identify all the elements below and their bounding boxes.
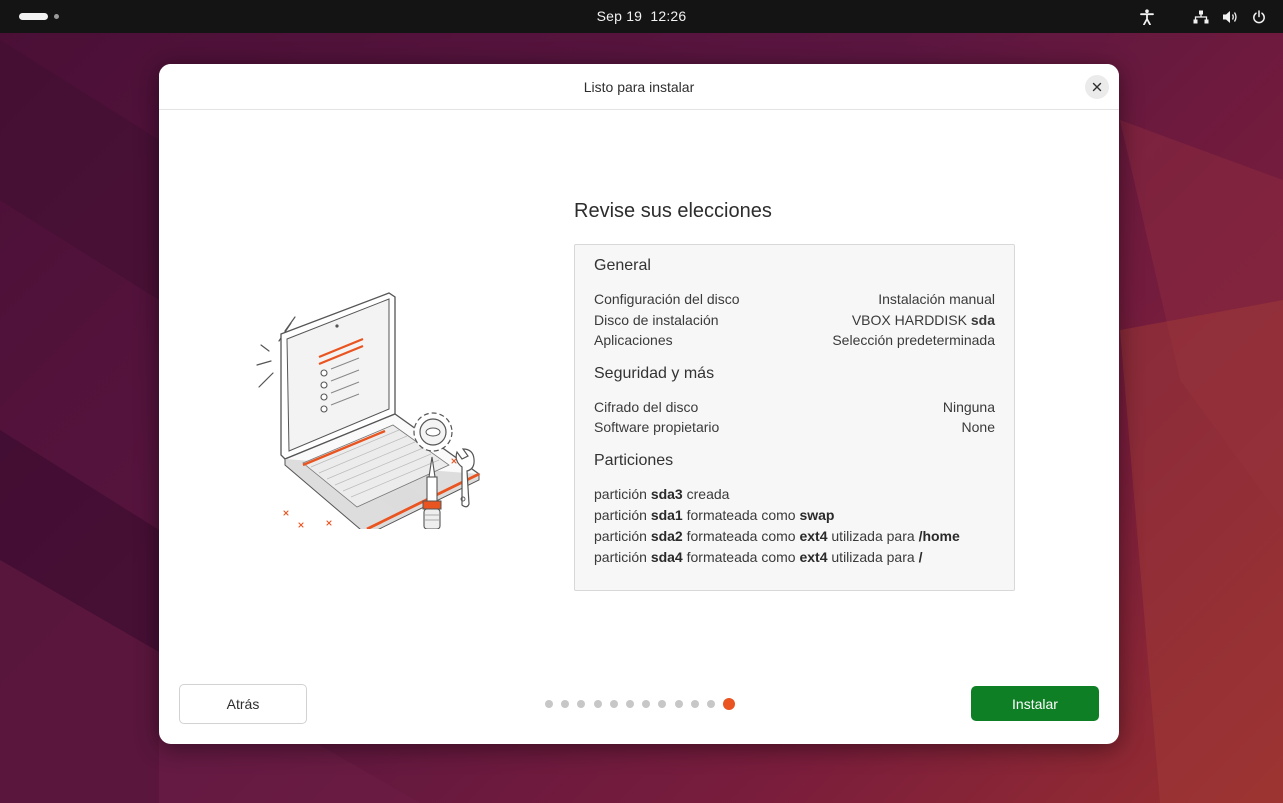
clock-date: Sep 19 bbox=[596, 8, 643, 24]
step-dot bbox=[609, 700, 618, 708]
partition-line: partición sda1 formateada como swap bbox=[594, 506, 835, 523]
step-dot bbox=[690, 700, 699, 708]
dialog-title: Listo para instalar bbox=[583, 79, 695, 95]
step-dot bbox=[545, 700, 553, 708]
step-dot bbox=[625, 700, 634, 708]
partition-line: partición sda3 creada bbox=[594, 485, 730, 502]
partition-line: partición sda2 formateada como ext4 util… bbox=[594, 527, 960, 544]
section-title-security: Seguridad y más bbox=[594, 364, 715, 382]
step-dot-current bbox=[723, 698, 736, 710]
clock[interactable]: Sep 19 12:26 bbox=[0, 8, 1283, 24]
system-tray[interactable] bbox=[1137, 7, 1269, 27]
row-value: Ninguna bbox=[942, 398, 995, 415]
dialog-header: Listo para instalar bbox=[159, 64, 1119, 110]
step-dot bbox=[706, 700, 715, 708]
row-label: Cifrado del disco bbox=[594, 398, 699, 415]
installer-dialog: Listo para instalar Revise sus eleccione… bbox=[159, 64, 1119, 744]
summary-row: Software propietario None bbox=[594, 417, 995, 438]
step-dot bbox=[561, 700, 570, 708]
step-dot bbox=[642, 700, 651, 708]
summary-row: Disco de instalación VBOX HARDDISK sda bbox=[594, 310, 995, 331]
review-heading: Revise sus elecciones bbox=[574, 200, 772, 222]
partition-line: partición sda4 formateada como ext4 util… bbox=[594, 548, 923, 565]
row-label: Configuración del disco bbox=[594, 291, 740, 307]
step-dot bbox=[658, 700, 667, 708]
disk-device: sda bbox=[970, 311, 995, 328]
top-bar: Sep 19 12:26 bbox=[0, 0, 1283, 33]
row-label: Disco de instalación bbox=[594, 311, 719, 328]
summary-row: Aplicaciones Selección predeterminada bbox=[594, 330, 995, 351]
install-button[interactable]: Instalar bbox=[971, 686, 1099, 721]
summary-row: Configuración del disco Instalación manu… bbox=[594, 289, 995, 310]
disk-model: VBOX HARDDISK bbox=[851, 311, 967, 328]
volume-icon[interactable] bbox=[1220, 7, 1240, 27]
laptop-tools-illustration bbox=[256, 292, 481, 529]
section-title-partitions: Particiones bbox=[594, 451, 674, 469]
row-label: Aplicaciones bbox=[594, 332, 673, 348]
power-icon[interactable] bbox=[1249, 7, 1269, 27]
summary-row: Cifrado del disco Ninguna bbox=[594, 397, 995, 418]
row-value: Instalación manual bbox=[878, 291, 995, 307]
step-dot bbox=[577, 700, 586, 708]
back-button[interactable]: Atrás bbox=[179, 684, 307, 724]
summary-box: General Configuración del disco Instalac… bbox=[574, 244, 1015, 591]
network-icon[interactable] bbox=[1191, 7, 1211, 27]
accessibility-icon[interactable] bbox=[1137, 7, 1157, 27]
row-label: Software propietario bbox=[594, 419, 720, 435]
row-value: VBOX HARDDISK sda bbox=[852, 310, 995, 331]
review-panel: Revise sus elecciones General Configurac… bbox=[574, 200, 1015, 591]
step-dot bbox=[674, 700, 683, 708]
close-button[interactable] bbox=[1085, 75, 1109, 99]
step-dot bbox=[593, 700, 602, 708]
row-value: None bbox=[961, 419, 995, 435]
row-value: Selección predeterminada bbox=[832, 332, 995, 348]
clock-time: 12:26 bbox=[650, 8, 687, 24]
step-indicator bbox=[545, 698, 736, 710]
close-icon bbox=[1092, 82, 1102, 92]
section-title-general: General bbox=[594, 257, 651, 274]
